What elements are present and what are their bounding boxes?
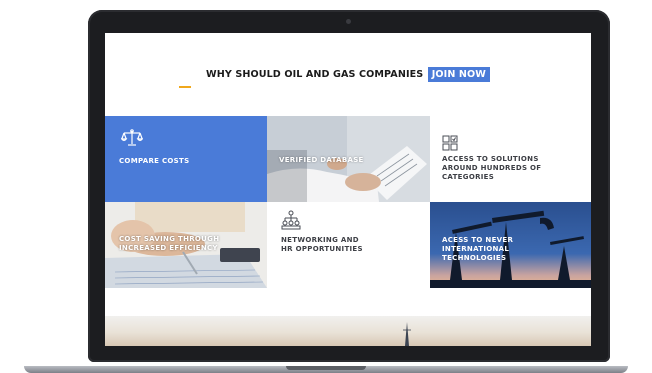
laptop-screen: WHY SHOULD OIL AND GAS COMPANIES JOIN NO… — [105, 33, 591, 346]
feature-tile-verified-database[interactable]: VERIFIED DATABASE — [267, 116, 430, 202]
page-title: WHY SHOULD OIL AND GAS COMPANIES JOIN NO… — [105, 67, 591, 82]
feature-tile-categories[interactable]: ACCESS TO SOLUTIONS AROUND HUNDREDS OF C… — [430, 116, 591, 202]
feature-label: ACCESS TO SOLUTIONS AROUND HUNDREDS OF C… — [442, 155, 542, 181]
feature-label: COMPARE COSTS — [119, 157, 190, 165]
join-now-link[interactable]: JOIN NOW — [427, 67, 490, 82]
feature-tile-networking[interactable]: NETWORKING AND HR OPPORTUNITIES — [267, 202, 430, 288]
title-underline — [179, 86, 191, 88]
feature-label: ACESS TO NEVER INTERNATIONAL TECHNOLOGIE… — [442, 236, 514, 262]
page-title-text: WHY SHOULD OIL AND GAS COMPANIES — [206, 69, 424, 80]
laptop-frame: WHY SHOULD OIL AND GAS COMPANIES JOIN NO… — [88, 10, 610, 362]
feature-tile-technologies[interactable]: ACESS TO NEVER INTERNATIONAL TECHNOLOGIE… — [430, 202, 591, 288]
hero-photo-strip — [105, 316, 591, 346]
webcam-icon — [346, 19, 351, 24]
laptop-hinge-notch — [286, 366, 366, 370]
feature-tile-cost-saving[interactable]: COST SAVING THROUGH INCREASED EFFICIENCY — [105, 202, 267, 288]
network-icon — [281, 210, 301, 235]
oil-derrick-photo — [403, 322, 411, 346]
feature-tile-compare-costs[interactable]: COMPARE COSTS — [105, 116, 267, 202]
scales-icon — [120, 128, 144, 153]
feature-label: NETWORKING AND HR OPPORTUNITIES — [281, 236, 363, 253]
feature-label: COST SAVING THROUGH INCREASED EFFICIENCY — [119, 235, 220, 252]
categories-grid-icon — [442, 135, 458, 156]
features-grid: COMPARE COSTS VERIFIED DATABASE ACCESS T… — [105, 116, 591, 288]
feature-label: VERIFIED DATABASE — [279, 156, 364, 164]
